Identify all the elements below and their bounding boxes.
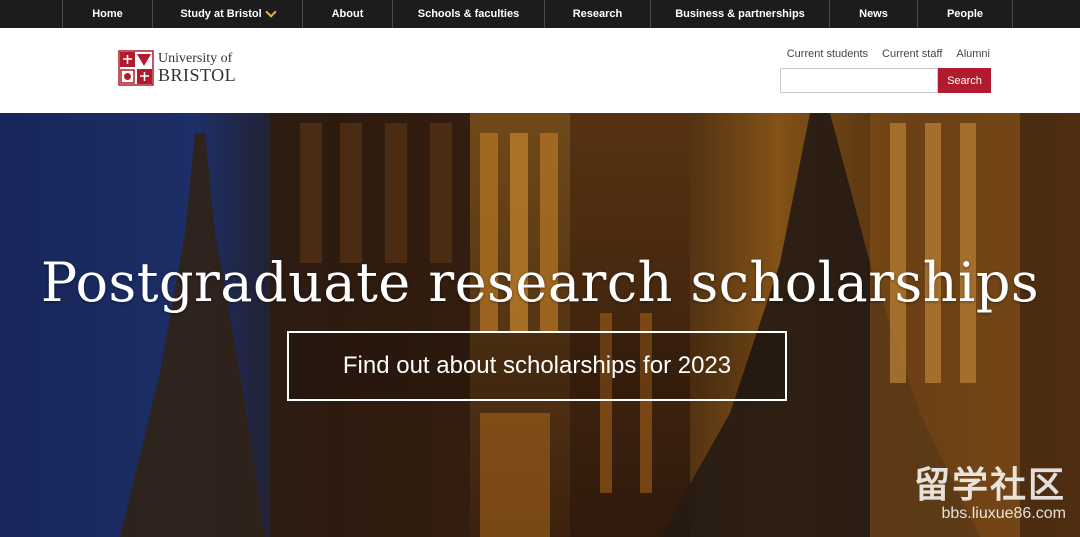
nav-item-news[interactable]: News xyxy=(830,0,918,28)
search-form: Search xyxy=(780,68,991,93)
university-logo[interactable]: University of BRISTOL xyxy=(118,50,236,86)
watermark-url: bbs.liuxue86.com xyxy=(941,505,1066,522)
utility-links: Current students Current staff Alumni xyxy=(787,48,990,60)
link-current-staff[interactable]: Current staff xyxy=(882,48,942,60)
hero-banner: Postgraduate research scholarships Find … xyxy=(0,113,1080,537)
nav-item-study-at-bristol[interactable]: Study at Bristol xyxy=(153,0,303,28)
top-navigation: Home Study at Bristol About Schools & fa… xyxy=(0,0,1080,28)
nav-item-people[interactable]: People xyxy=(918,0,1013,28)
nav-item-about[interactable]: About xyxy=(303,0,393,28)
logo-line-bristol: BRISTOL xyxy=(158,65,237,85)
crest-icon xyxy=(118,50,154,86)
nav-item-schools-faculties[interactable]: Schools & faculties xyxy=(393,0,545,28)
search-button[interactable]: Search xyxy=(938,68,991,93)
chevron-down-icon xyxy=(264,6,277,18)
search-input[interactable] xyxy=(780,68,938,93)
watermark: 留学社区 bbs.liuxue86.com xyxy=(914,467,1066,523)
nav-item-business-partnerships[interactable]: Business & partnerships xyxy=(651,0,830,28)
link-alumni[interactable]: Alumni xyxy=(956,48,990,60)
nav-item-home[interactable]: Home xyxy=(63,0,153,28)
site-header: University of BRISTOL Current students C… xyxy=(0,28,1080,113)
logo-line-university-of: University of xyxy=(158,51,233,66)
scholarships-cta-button[interactable]: Find out about scholarships for 2023 xyxy=(287,331,787,401)
watermark-logo-text: 留学社区 xyxy=(913,464,1066,505)
link-current-students[interactable]: Current students xyxy=(787,48,868,60)
hero-title: Postgraduate research scholarships xyxy=(40,251,1040,314)
nav-item-research[interactable]: Research xyxy=(545,0,651,28)
nav-list: Home Study at Bristol About Schools & fa… xyxy=(62,0,1013,28)
